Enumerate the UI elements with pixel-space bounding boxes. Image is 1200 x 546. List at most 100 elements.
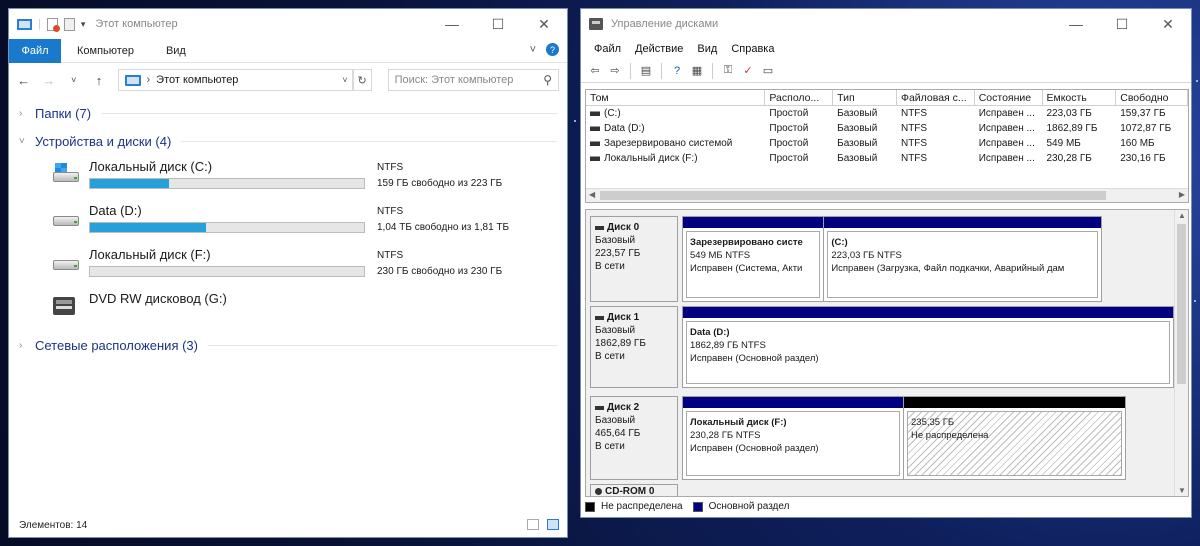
minimize-icon[interactable]: — (1053, 9, 1099, 39)
usage-bar-fill (90, 223, 207, 232)
table-row[interactable]: (C:) Простой Базовый NTFS Исправен ... 2… (586, 106, 1188, 121)
search-input[interactable]: Поиск: Этот компьютер ⚲ (387, 69, 560, 91)
partition-header (824, 217, 1101, 228)
scroll-thumb[interactable] (600, 191, 1106, 200)
console-tree-icon[interactable]: ▤ (638, 63, 654, 79)
properties-icon[interactable]: ▦ (689, 63, 705, 79)
table-cell: Базовый (837, 108, 878, 119)
menu-help[interactable]: Справка (724, 43, 781, 55)
drive-item-d[interactable]: Data (D:) NTFS 1,04 ТБ свободно из 1,81 … (9, 203, 567, 247)
drive-item-f[interactable]: Локальный диск (F:) NTFS 230 ГБ свободно… (9, 247, 567, 291)
expand-ribbon-icon[interactable]: ˅ (530, 44, 536, 56)
disk-label[interactable]: CD-ROM 0 (590, 484, 678, 496)
disk-status: В сети (595, 261, 625, 272)
disk-label[interactable]: Диск 2 Базовый 465,64 ГБ В сети (590, 396, 678, 480)
chevron-down-icon[interactable]: ▾ (81, 19, 86, 30)
maximize-icon[interactable]: ☐ (475, 9, 521, 39)
column-header[interactable]: Файловая с... (897, 90, 975, 105)
close-icon[interactable]: ✕ (1145, 9, 1191, 39)
partition-d[interactable]: Data (D:) 1862,89 ГБ NTFS Исправен (Осно… (683, 307, 1173, 387)
new-folder-icon[interactable] (63, 17, 75, 31)
unallocated-space[interactable]: 235,35 ГБ Не распределена (904, 397, 1125, 479)
menu-view[interactable]: Вид (690, 43, 724, 55)
refresh-button[interactable]: ↻ (352, 69, 372, 91)
forward-arrow-icon[interactable]: ⇨ (607, 63, 623, 79)
column-header[interactable]: Свободно (1116, 90, 1188, 105)
disk-size: 465,64 ГБ (595, 428, 641, 439)
table-row[interactable]: Локальный диск (F:) Простой Базовый NTFS… (586, 151, 1188, 166)
tiles-view-icon[interactable] (547, 519, 559, 530)
details-view-icon[interactable] (527, 519, 539, 530)
volume-icon (590, 110, 600, 116)
star (1194, 300, 1196, 302)
table-cell: Исправен ... (978, 108, 1035, 119)
minimize-icon[interactable]: — (429, 9, 475, 39)
section-divider (207, 344, 557, 346)
column-header[interactable]: Состояние (975, 90, 1043, 105)
table-row[interactable]: Зарезервировано системой Простой Базовый… (586, 136, 1188, 151)
hard-drive-icon (53, 211, 81, 227)
menu-action[interactable]: Действие (628, 43, 690, 55)
disk-name: Диск 1 (607, 312, 640, 323)
help-icon[interactable]: ? (546, 43, 559, 56)
column-header[interactable]: Емкость (1043, 90, 1117, 105)
quick-access-toolbar: | ▾ (17, 17, 86, 32)
chevron-down-icon[interactable]: ˅ (342, 75, 347, 85)
scroll-right-icon[interactable]: ▶ (1179, 190, 1185, 199)
partition-size: 230,28 ГБ NTFS (690, 430, 761, 441)
list-icon[interactable]: ▭ (760, 63, 776, 79)
disk-label[interactable]: Диск 0 Базовый 223,57 ГБ В сети (590, 216, 678, 302)
free-space-label: 159 ГБ свободно из 223 ГБ (377, 178, 503, 189)
column-header[interactable]: Том (586, 90, 766, 105)
scroll-up-icon[interactable]: ▲ (1178, 211, 1186, 220)
disk-label[interactable]: Диск 1 Базовый 1862,89 ГБ В сети (590, 306, 678, 388)
item-count: Элементов: 14 (19, 519, 88, 531)
help-icon[interactable]: ? (669, 63, 685, 79)
section-network[interactable]: › Сетевые расположения (3) (9, 333, 567, 357)
column-header[interactable]: Располо... (765, 90, 834, 105)
maximize-icon[interactable]: ☐ (1099, 9, 1145, 39)
check-icon[interactable]: ✓ (740, 63, 756, 79)
up-arrow-icon[interactable]: ↑ (92, 73, 105, 88)
drive-name: DVD RW дисковод (G:) (89, 291, 227, 306)
section-devices[interactable]: ˅ Устройства и диски (4) (9, 129, 567, 153)
tab-computer[interactable]: Компьютер (61, 45, 150, 57)
partition-name: Зарезервировано систе (690, 237, 803, 248)
volume-name: Зарезервировано системой (604, 138, 733, 149)
back-arrow-icon[interactable]: ⇦ (587, 63, 603, 79)
partition-name: Data (D:) (690, 327, 730, 338)
recent-chevron-icon[interactable]: ˅ (67, 75, 80, 85)
scroll-left-icon[interactable]: ◀ (589, 190, 595, 199)
legend-label: Основной раздел (708, 501, 790, 512)
volume-name: Data (D:) (604, 123, 645, 134)
tab-view[interactable]: Вид (150, 45, 202, 57)
forward-arrow-icon[interactable]: → (42, 73, 55, 88)
scroll-thumb[interactable] (1177, 224, 1186, 384)
drive-name: Локальный диск (F:) (89, 247, 211, 262)
tab-file[interactable]: Файл (9, 38, 61, 63)
table-cell: 1072,87 ГБ (1120, 123, 1172, 134)
scroll-down-icon[interactable]: ▼ (1178, 486, 1186, 495)
disk-graphical-view: Диск 0 Базовый 223,57 ГБ В сети Зарезерв… (585, 209, 1189, 497)
drive-item-c[interactable]: Локальный диск (C:) NTFS 159 ГБ свободно… (9, 159, 567, 203)
table-row[interactable]: Data (D:) Простой Базовый NTFS Исправен … (586, 121, 1188, 136)
close-icon[interactable]: ✕ (521, 9, 567, 39)
usage-bar (89, 222, 365, 233)
status-bar: Элементов: 14 (9, 513, 567, 537)
menu-file[interactable]: Файл (587, 43, 628, 55)
address-bar[interactable]: › Этот компьютер ˅ (117, 69, 353, 91)
partition-reserved[interactable]: Зарезервировано систе 549 МБ NTFS Исправ… (683, 217, 825, 301)
chevron-right-icon: › (19, 107, 23, 119)
section-folders[interactable]: › Папки (7) (9, 101, 567, 125)
properties-icon[interactable] (46, 17, 60, 32)
volume-name: Локальный диск (F:) (604, 153, 698, 164)
disk-size: 1862,89 ГБ (595, 338, 646, 349)
key-icon[interactable]: ⚿ (720, 63, 736, 79)
vertical-scrollbar[interactable]: ▲ ▼ (1174, 210, 1188, 496)
partition-f[interactable]: Локальный диск (F:) 230,28 ГБ NTFS Испра… (683, 397, 904, 479)
column-header[interactable]: Тип (833, 90, 897, 105)
drive-item-g[interactable]: DVD RW дисковод (G:) (9, 291, 567, 333)
back-arrow-icon[interactable]: ← (17, 73, 30, 88)
horizontal-scrollbar[interactable]: ◀ ▶ (586, 188, 1188, 202)
partition-c[interactable]: (C:) 223,03 ГБ NTFS Исправен (Загрузка, … (824, 217, 1101, 301)
